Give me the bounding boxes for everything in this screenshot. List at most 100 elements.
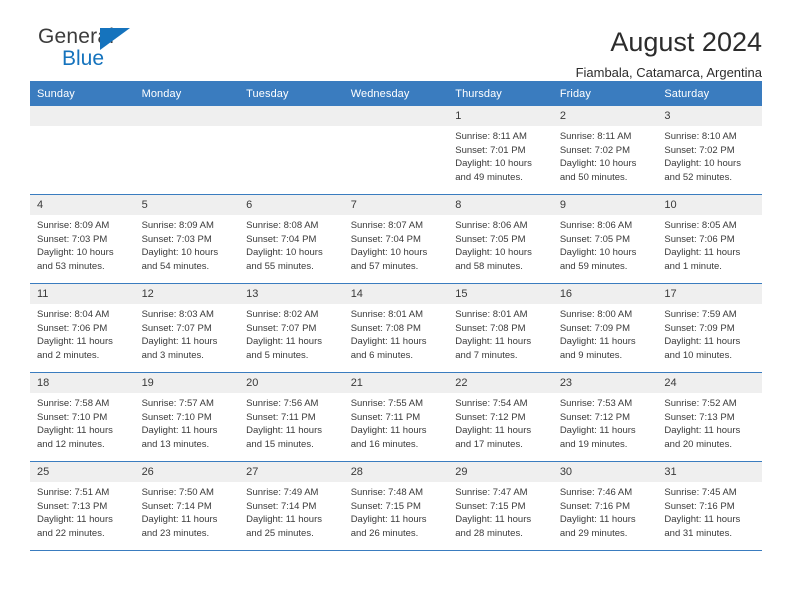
sunrise-text: Sunrise: 8:08 AM xyxy=(246,220,319,231)
generalblue-logo[interactable]: General Blue xyxy=(30,26,150,74)
calendar-day-cell[interactable]: 8 Sunrise: 8:06 AM Sunset: 7:05 PM Daylight… xyxy=(448,194,553,284)
day-number: 15 xyxy=(448,284,553,304)
calendar-day-cell[interactable]: 11 Sunrise: 8:04 AM Sunset: 7:06 PM Dayligh… xyxy=(30,283,135,373)
calendar-day-cell[interactable]: 29 Sunrise: 7:47 AM Sunset: 7:15 PM Dayligh… xyxy=(448,461,553,551)
calendar-day-cell[interactable]: 13 Sunrise: 8:02 AM Sunset: 7:07 PM Dayligh… xyxy=(239,283,344,373)
sunset-text: Sunset: 7:15 PM xyxy=(455,500,526,512)
calendar-day-cell[interactable]: 3 Sunrise: 8:10 AM Sunset: 7:02 PM Daylight… xyxy=(657,106,762,195)
calendar-day-cell[interactable]: 16 Sunrise: 8:00 AM Sunset: 7:09 PM Dayligh… xyxy=(552,283,658,373)
calendar-day-cell[interactable]: 14 Sunrise: 8:01 AM Sunset: 7:08 PM Dayligh… xyxy=(343,283,449,373)
daylight-text: Daylight: 11 hours and 16 minutes. xyxy=(350,425,427,450)
calendar-week-row: 4 Sunrise: 8:09 AM Sunset: 7:03 PM Daylight… xyxy=(30,194,762,284)
calendar-day-cell[interactable]: 20 Sunrise: 7:56 AM Sunset: 7:11 PM Dayligh… xyxy=(239,372,344,462)
daylight-text: Daylight: 11 hours and 25 minutes. xyxy=(246,514,322,539)
day-number: 11 xyxy=(30,284,135,304)
sunrise-text: Sunrise: 8:01 AM xyxy=(350,309,424,320)
day-details: Sunrise: 8:02 AM Sunset: 7:07 PM Daylight:… xyxy=(239,304,344,362)
day-details: Sunrise: 8:09 AM Sunset: 7:03 PM Daylight:… xyxy=(135,215,240,273)
calendar-day-cell[interactable]: 26 Sunrise: 7:50 AM Sunset: 7:14 PM Dayligh… xyxy=(134,461,240,551)
day-details: Sunrise: 8:06 AM Sunset: 7:05 PM Daylight:… xyxy=(553,215,658,273)
sunrise-text: Sunrise: 7:58 AM xyxy=(37,398,110,409)
sunset-text: Sunset: 7:11 PM xyxy=(350,411,421,423)
sunset-text: Sunset: 7:14 PM xyxy=(246,500,317,512)
calendar-week-row: 1 Sunrise: 8:11 AM Sunset: 7:01 PM Daylight… xyxy=(30,106,762,195)
day-details: Sunrise: 8:06 AM Sunset: 7:05 PM Daylight:… xyxy=(448,215,553,273)
sunset-text: Sunset: 7:06 PM xyxy=(664,233,735,245)
day-details: Sunrise: 7:49 AM Sunset: 7:14 PM Daylight:… xyxy=(239,482,344,540)
calendar-day-cell[interactable]: 27 Sunrise: 7:49 AM Sunset: 7:14 PM Dayligh… xyxy=(239,461,344,551)
sunrise-text: Sunrise: 7:56 AM xyxy=(246,398,319,409)
day-number: 30 xyxy=(552,462,658,482)
day-details: Sunrise: 8:05 AM Sunset: 7:06 PM Daylight:… xyxy=(657,215,762,273)
daylight-text: Daylight: 10 hours and 53 minutes. xyxy=(37,247,114,272)
daylight-text: Daylight: 11 hours and 6 minutes. xyxy=(350,336,427,361)
day-number: 19 xyxy=(134,373,240,393)
day-details: Sunrise: 7:46 AM Sunset: 7:16 PM Daylight:… xyxy=(553,482,658,540)
sunset-text: Sunset: 7:13 PM xyxy=(664,411,735,423)
calendar-day-cell[interactable]: 28 Sunrise: 7:48 AM Sunset: 7:15 PM Dayligh… xyxy=(343,461,449,551)
day-details: Sunrise: 8:11 AM Sunset: 7:01 PM Daylight:… xyxy=(448,126,553,184)
day-details: Sunrise: 7:59 AM Sunset: 7:09 PM Daylight:… xyxy=(657,304,762,362)
day-details: Sunrise: 8:01 AM Sunset: 7:08 PM Daylight:… xyxy=(344,304,449,362)
calendar-day-cell[interactable]: 5 Sunrise: 8:09 AM Sunset: 7:03 PM Daylight… xyxy=(134,194,240,284)
calendar-day-cell[interactable]: 22 Sunrise: 7:54 AM Sunset: 7:12 PM Dayligh… xyxy=(448,372,553,462)
calendar-day-cell[interactable]: 15 Sunrise: 8:01 AM Sunset: 7:08 PM Dayligh… xyxy=(448,283,553,373)
sunrise-text: Sunrise: 7:53 AM xyxy=(559,398,633,409)
daylight-text: Daylight: 11 hours and 9 minutes. xyxy=(559,336,636,361)
daylight-text: Daylight: 10 hours and 49 minutes. xyxy=(455,158,532,183)
day-number: 18 xyxy=(30,373,135,393)
day-number: 3 xyxy=(657,106,762,126)
sunrise-text: Sunrise: 7:47 AM xyxy=(455,487,528,498)
day-number: 24 xyxy=(657,373,762,393)
daylight-text: Daylight: 11 hours and 12 minutes. xyxy=(37,425,113,450)
calendar-day-cell[interactable]: 6 Sunrise: 8:08 AM Sunset: 7:04 PM Daylight… xyxy=(239,194,344,284)
day-details: Sunrise: 8:03 AM Sunset: 7:07 PM Daylight:… xyxy=(135,304,240,362)
sunset-text: Sunset: 7:01 PM xyxy=(455,144,526,156)
calendar-day-cell[interactable]: 12 Sunrise: 8:03 AM Sunset: 7:07 PM Dayligh… xyxy=(134,283,240,373)
sunrise-text: Sunrise: 8:02 AM xyxy=(246,309,319,320)
calendar-day-cell[interactable]: 25 Sunrise: 7:51 AM Sunset: 7:13 PM Dayligh… xyxy=(30,461,135,551)
sunset-text: Sunset: 7:13 PM xyxy=(37,500,108,512)
day-number: 16 xyxy=(552,284,658,304)
calendar-day-cell[interactable]: 7 Sunrise: 8:07 AM Sunset: 7:04 PM Daylight… xyxy=(343,194,449,284)
sunset-text: Sunset: 7:02 PM xyxy=(559,144,631,156)
weekday-header-sunday: Sunday xyxy=(30,81,135,106)
day-number: 13 xyxy=(239,284,344,304)
calendar-day-cell[interactable]: 19 Sunrise: 7:57 AM Sunset: 7:10 PM Dayligh… xyxy=(134,372,240,462)
calendar-table: Sunday Monday Tuesday Wednesday Thursday… xyxy=(30,81,762,551)
calendar-day-cell[interactable]: 18 Sunrise: 7:58 AM Sunset: 7:10 PM Dayligh… xyxy=(30,372,135,462)
weekday-header-friday: Friday xyxy=(552,81,658,106)
sunrise-text: Sunrise: 8:09 AM xyxy=(141,220,214,231)
calendar-day-cell[interactable]: 23 Sunrise: 7:53 AM Sunset: 7:12 PM Dayligh… xyxy=(552,372,658,462)
daylight-text: Daylight: 11 hours and 23 minutes. xyxy=(141,514,218,539)
day-number: 20 xyxy=(239,373,344,393)
calendar-day-cell[interactable]: 4 Sunrise: 8:09 AM Sunset: 7:03 PM Daylight… xyxy=(30,194,135,284)
calendar-day-cell[interactable]: 1 Sunrise: 8:11 AM Sunset: 7:01 PM Daylight… xyxy=(448,106,553,195)
calendar-day-cell[interactable]: 17 Sunrise: 7:59 AM Sunset: 7:09 PM Dayligh… xyxy=(657,283,762,373)
calendar-day-cell[interactable]: 21 Sunrise: 7:55 AM Sunset: 7:11 PM Dayligh… xyxy=(343,372,449,462)
calendar-day-cell[interactable]: 30 Sunrise: 7:46 AM Sunset: 7:16 PM Dayligh… xyxy=(552,461,658,551)
daylight-text: Daylight: 11 hours and 5 minutes. xyxy=(246,336,322,361)
sunrise-text: Sunrise: 7:48 AM xyxy=(350,487,424,498)
day-details: Sunrise: 7:52 AM Sunset: 7:13 PM Daylight:… xyxy=(657,393,762,451)
sunrise-text: Sunrise: 7:59 AM xyxy=(664,309,737,320)
sunrise-text: Sunrise: 8:04 AM xyxy=(37,309,110,320)
sunset-text: Sunset: 7:05 PM xyxy=(559,233,631,245)
sunset-text: Sunset: 7:11 PM xyxy=(246,411,316,423)
calendar-day-cell[interactable]: 10 Sunrise: 8:05 AM Sunset: 7:06 PM Dayligh… xyxy=(657,194,762,284)
day-details: Sunrise: 8:00 AM Sunset: 7:09 PM Daylight:… xyxy=(553,304,658,362)
sunset-text: Sunset: 7:10 PM xyxy=(37,411,108,423)
sunrise-text: Sunrise: 7:52 AM xyxy=(664,398,737,409)
sunrise-text: Sunrise: 7:55 AM xyxy=(350,398,424,409)
calendar-day-cell[interactable]: 24 Sunrise: 7:52 AM Sunset: 7:13 PM Dayligh… xyxy=(657,372,762,462)
sunset-text: Sunset: 7:07 PM xyxy=(246,322,317,334)
calendar-day-cell[interactable]: 31 Sunrise: 7:45 AM Sunset: 7:16 PM Dayligh… xyxy=(657,461,762,551)
day-number: 9 xyxy=(552,195,658,215)
day-number: 28 xyxy=(343,462,449,482)
calendar-day-cell[interactable]: 2 Sunrise: 8:11 AM Sunset: 7:02 PM Daylight… xyxy=(552,106,658,195)
daylight-text: Daylight: 10 hours and 50 minutes. xyxy=(559,158,637,183)
sunset-text: Sunset: 7:12 PM xyxy=(559,411,631,423)
sunrise-text: Sunrise: 8:11 AM xyxy=(455,131,527,142)
logo-text-blue: Blue xyxy=(62,47,105,70)
calendar-day-cell[interactable]: 9 Sunrise: 8:06 AM Sunset: 7:05 PM Daylight… xyxy=(552,194,658,284)
